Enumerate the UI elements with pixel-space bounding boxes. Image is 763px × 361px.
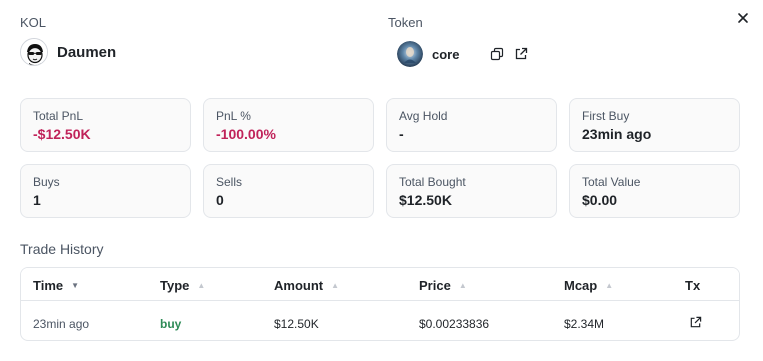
- sort-chevron-up-icon: ▲: [331, 281, 340, 290]
- stat-card-total-bought: Total Bought $12.50K: [386, 164, 557, 218]
- sort-chevron-up-icon: ▲: [605, 281, 614, 290]
- stat-label: Avg Hold: [399, 109, 448, 123]
- stat-card-first-buy: First Buy 23min ago: [569, 98, 740, 152]
- stat-label: Sells: [216, 175, 243, 189]
- kol-name[interactable]: Daumen: [57, 44, 116, 61]
- cell-mcap: $2.34M: [564, 317, 605, 331]
- stat-card-pnl-percent: PnL % -100.00%: [203, 98, 374, 152]
- column-header-label: Amount: [274, 278, 324, 293]
- stat-card-avg-hold: Avg Hold -: [386, 98, 557, 152]
- cell-price: $0.00233836: [419, 317, 490, 331]
- stat-value: 1: [33, 192, 41, 208]
- column-header-type[interactable]: Type ▲: [160, 278, 205, 293]
- token-avatar[interactable]: [397, 41, 423, 67]
- open-token-link-button[interactable]: [514, 47, 528, 61]
- tx-link-button[interactable]: [689, 316, 702, 329]
- cell-time: 23min ago: [33, 317, 90, 331]
- column-header-label: Mcap: [564, 278, 598, 293]
- stat-value: -: [399, 126, 404, 142]
- external-link-icon: [690, 316, 702, 328]
- column-header-label: Price: [419, 278, 451, 293]
- close-icon: [738, 13, 748, 23]
- stat-label: Total Value: [582, 175, 641, 189]
- stat-label: Total Bought: [399, 175, 466, 189]
- stat-card-total-value: Total Value $0.00: [569, 164, 740, 218]
- copy-icon: [490, 47, 504, 61]
- column-header-label: Time: [33, 278, 64, 293]
- stat-card-total-pnl: Total PnL -$12.50K: [20, 98, 191, 152]
- token-name[interactable]: core: [432, 47, 459, 62]
- column-header-price[interactable]: Price ▲: [419, 278, 467, 293]
- table-row: 23min ago buy $12.50K $0.00233836 $2.34M: [21, 302, 739, 340]
- close-button[interactable]: [734, 9, 752, 27]
- stat-value: $0.00: [582, 192, 618, 208]
- cell-type: buy: [160, 317, 182, 331]
- sort-chevron-up-icon: ▲: [197, 281, 206, 290]
- column-header-label: Tx: [685, 278, 701, 293]
- stat-value: -$12.50K: [33, 126, 91, 142]
- sort-chevron-down-icon: ▼: [71, 281, 80, 290]
- cell-amount: $12.50K: [274, 317, 319, 331]
- token-logo-icon: [397, 41, 423, 67]
- trade-history-title: Trade History: [20, 241, 104, 257]
- kol-avatar-icon: [21, 39, 47, 65]
- column-header-amount[interactable]: Amount ▲: [274, 278, 339, 293]
- stat-card-buys: Buys 1: [20, 164, 191, 218]
- column-header-label: Type: [160, 278, 190, 293]
- external-link-icon: [515, 47, 528, 60]
- column-header-tx: Tx: [685, 278, 700, 293]
- column-header-time[interactable]: Time ▼: [33, 278, 79, 293]
- copy-address-button[interactable]: [490, 47, 504, 61]
- stat-label: Buys: [33, 175, 60, 189]
- stat-value: -100.00%: [216, 126, 276, 142]
- stat-label: Total PnL: [33, 109, 84, 123]
- stat-value: 0: [216, 192, 224, 208]
- stat-label: First Buy: [582, 109, 630, 123]
- stat-value: 23min ago: [582, 126, 652, 142]
- stat-label: PnL %: [216, 109, 251, 123]
- kol-section-label: KOL: [20, 15, 47, 30]
- trade-history-table: Time ▼ Type ▲ Amount ▲ Price ▲ Mcap ▲ Tx…: [20, 267, 740, 341]
- sort-chevron-up-icon: ▲: [458, 281, 467, 290]
- kol-avatar[interactable]: [20, 38, 48, 66]
- stat-card-sells: Sells 0: [203, 164, 374, 218]
- stat-value: $12.50K: [399, 192, 452, 208]
- column-header-mcap[interactable]: Mcap ▲: [564, 278, 613, 293]
- table-header: Time ▼ Type ▲ Amount ▲ Price ▲ Mcap ▲ Tx: [21, 268, 739, 301]
- token-section-label: Token: [388, 15, 423, 30]
